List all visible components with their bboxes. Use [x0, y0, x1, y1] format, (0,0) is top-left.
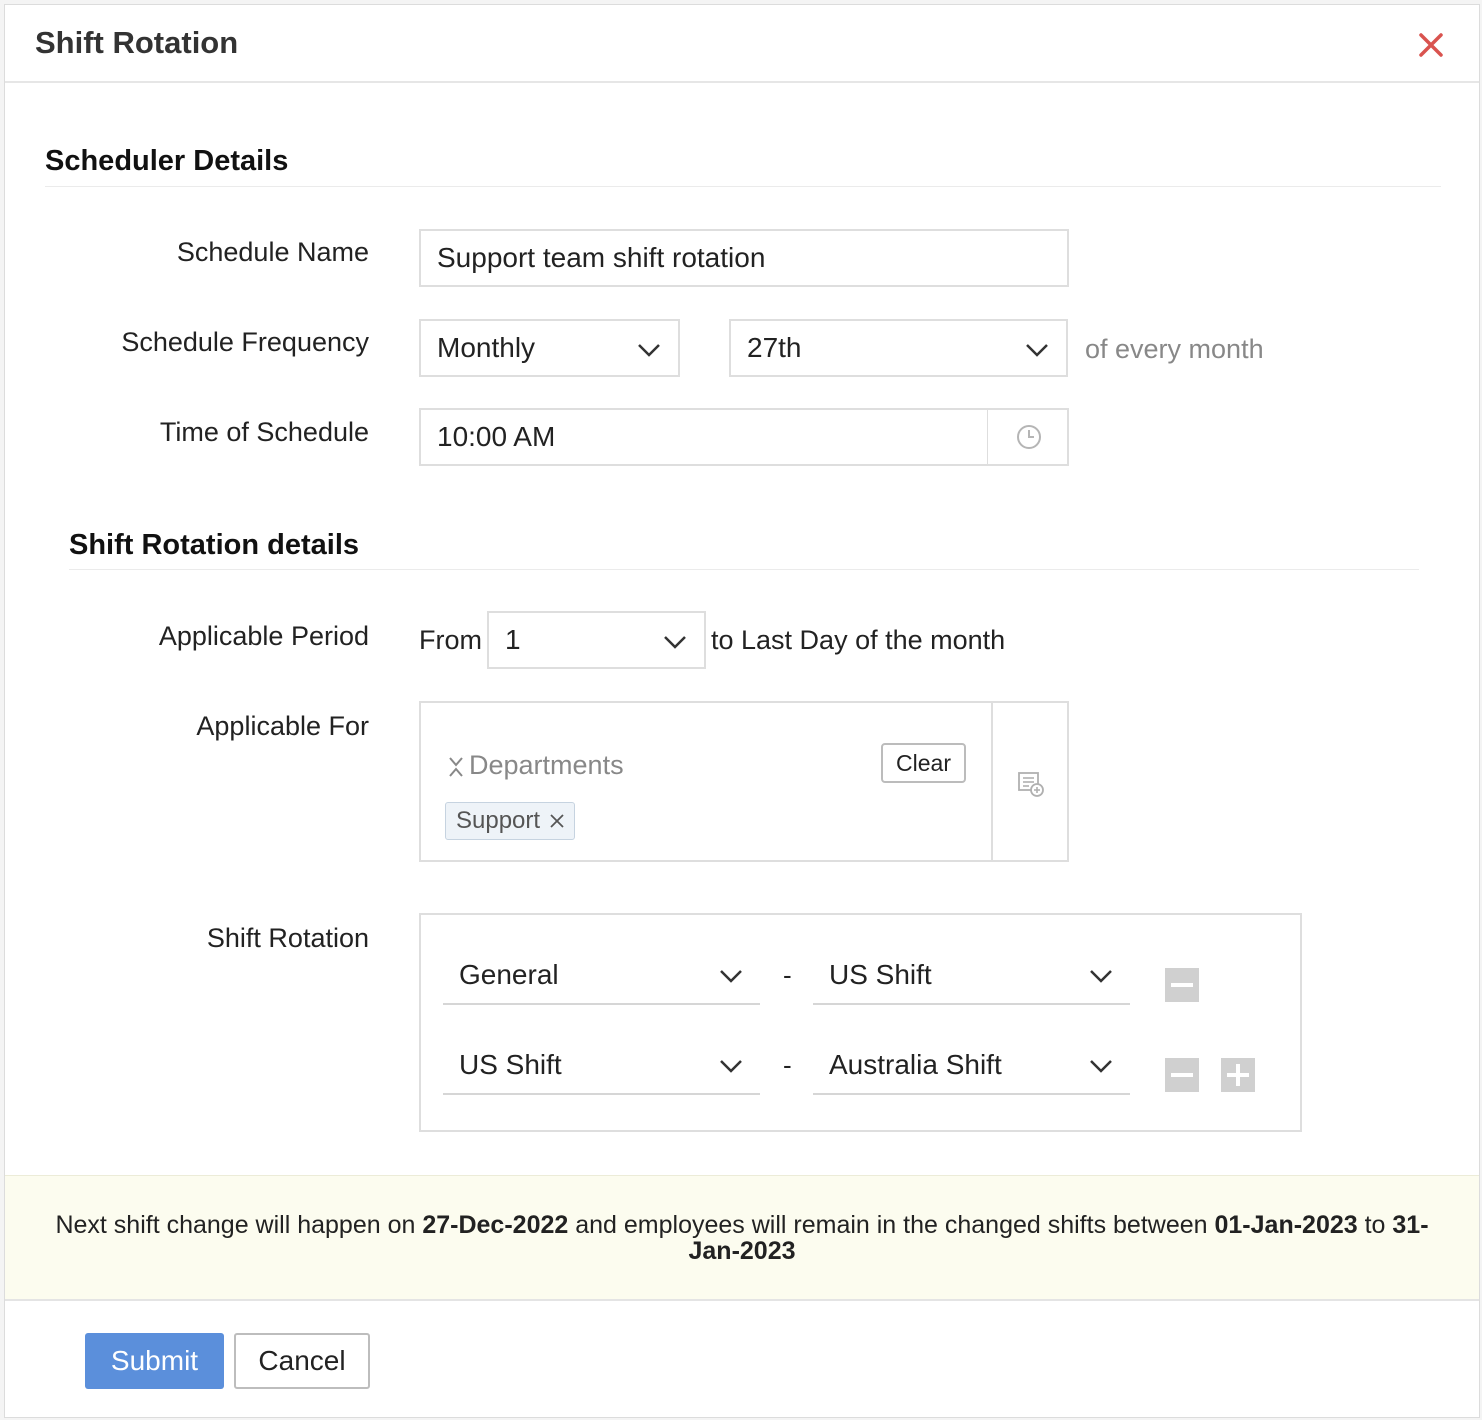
chevron-down-icon	[638, 344, 660, 357]
applicable-period-label: Applicable Period	[158, 621, 369, 651]
rotation-to-value: US Shift	[829, 959, 932, 990]
chevron-down-icon	[1026, 344, 1048, 357]
clear-button[interactable]: Clear	[881, 743, 966, 783]
chevron-down-icon	[1090, 1060, 1112, 1073]
frequency-value: Monthly	[437, 332, 536, 363]
rotation-to-value: Australia Shift	[829, 1049, 1002, 1080]
schedule-name-label: Schedule Name	[176, 237, 369, 267]
scheduler-section-title: Scheduler Details	[45, 145, 289, 177]
shift-rotation-label: Shift Rotation	[206, 923, 369, 953]
dialog-title: Shift Rotation	[35, 25, 239, 60]
department-tag: Support	[445, 802, 576, 840]
info-range-to: to	[1357, 1211, 1393, 1239]
next-shift-info: Next shift change will happen on 27-Dec-…	[5, 1175, 1479, 1301]
info-middle: and employees will remain in the changed…	[568, 1211, 1215, 1239]
chevron-down-icon	[720, 1060, 742, 1073]
day-suffix-text: of every month	[1085, 334, 1264, 364]
list-add-icon[interactable]	[1016, 769, 1046, 799]
next-shift-info-text: Next shift change will happen on 27-Dec-…	[35, 1212, 1449, 1264]
day-value: 27th	[747, 332, 802, 363]
time-input[interactable]: 10:00 AM	[419, 408, 1069, 466]
rotation-to-select[interactable]: US Shift	[813, 947, 1130, 1005]
cancel-button[interactable]: Cancel	[234, 1333, 370, 1389]
rotation-section-title: Shift Rotation details	[69, 529, 359, 561]
section-divider	[69, 569, 1419, 570]
rotation-from-value: US Shift	[459, 1049, 562, 1080]
shift-rotation-box	[419, 913, 1302, 1132]
rotation-from-select[interactable]: General	[443, 947, 760, 1005]
applicable-type-label: Departments	[469, 750, 624, 780]
remove-tag-icon[interactable]	[548, 812, 566, 830]
from-day-value: 1	[505, 624, 521, 655]
range-start-date: 01-Jan-2023	[1214, 1211, 1358, 1239]
submit-button[interactable]: Submit	[85, 1333, 224, 1389]
frequency-select[interactable]: Monthly	[419, 319, 680, 377]
rotation-to-select[interactable]: Australia Shift	[813, 1037, 1130, 1095]
chevron-down-icon	[1090, 970, 1112, 983]
box-divider	[991, 703, 993, 860]
info-prefix: Next shift change will happen on	[55, 1211, 423, 1239]
schedule-name-input[interactable]: Support team shift rotation	[419, 229, 1069, 287]
from-label: From	[419, 625, 482, 655]
clock-icon[interactable]	[1015, 423, 1043, 451]
schedule-name-value: Support team shift rotation	[437, 242, 766, 273]
input-divider	[987, 410, 988, 464]
chevron-down-icon	[664, 636, 686, 649]
add-icon-vertical	[1236, 1064, 1240, 1086]
remove-icon	[1171, 983, 1193, 987]
close-icon[interactable]	[1415, 29, 1447, 61]
time-of-schedule-label: Time of Schedule	[159, 417, 369, 447]
shift-rotation-dialog: Shift Rotation Scheduler Details Schedul…	[4, 4, 1480, 1418]
rotation-from-value: General	[459, 959, 559, 990]
rotation-separator: -	[783, 1050, 792, 1080]
from-day-select[interactable]: 1	[487, 611, 706, 669]
period-suffix-text: to Last Day of the month	[711, 625, 1006, 655]
schedule-frequency-label: Schedule Frequency	[121, 327, 369, 357]
section-divider	[45, 186, 1441, 187]
remove-row-button[interactable]	[1165, 968, 1199, 1002]
remove-icon	[1171, 1073, 1193, 1077]
rotation-from-select[interactable]: US Shift	[443, 1037, 760, 1095]
chevron-down-icon	[720, 970, 742, 983]
rotation-separator: -	[783, 960, 792, 990]
time-value: 10:00 AM	[437, 421, 556, 452]
tag-label: Support	[456, 807, 541, 834]
collapse-icon[interactable]	[447, 755, 465, 779]
day-of-month-select[interactable]: 27th	[729, 319, 1068, 377]
next-change-date: 27-Dec-2022	[422, 1211, 569, 1239]
add-row-button[interactable]	[1221, 1058, 1255, 1092]
dialog-header: Shift Rotation	[5, 5, 1479, 83]
remove-row-button[interactable]	[1165, 1058, 1199, 1092]
applicable-for-label: Applicable For	[196, 711, 369, 741]
